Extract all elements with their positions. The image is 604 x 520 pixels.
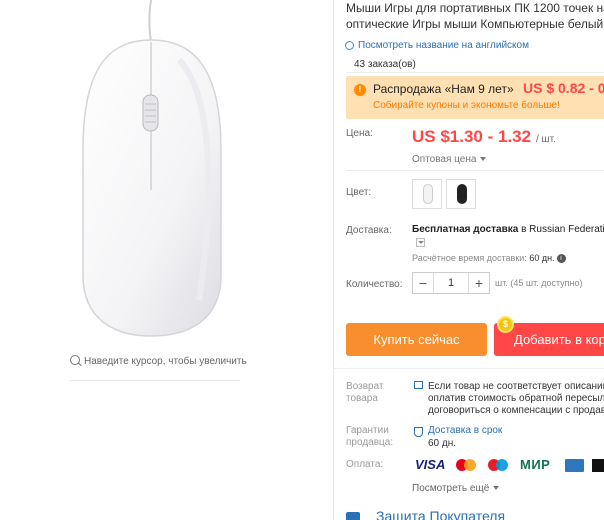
magnifier-icon [70,355,80,365]
coin-icon: $ [497,316,514,333]
returns-text: Если товар не соответствует описанию, опл… [428,381,604,416]
chevron-down-icon [480,157,487,161]
shield-icon [414,427,423,437]
globe-icon [345,41,354,50]
promo-price: US $ 0.82 - 0 [523,80,604,96]
info-icon[interactable]: i [556,254,566,264]
maestro-icon [486,458,512,472]
webmoney-icon [592,459,604,472]
quantity-label: Количество: [346,279,403,290]
promo-icon: ! [354,84,366,96]
quantity-increase-button[interactable]: + [468,273,489,293]
zoom-hint: Наведите курсор, чтобы увеличить [70,354,247,367]
amex-icon [565,459,584,472]
see-more-payments-link[interactable]: Посмотреть ещё [412,483,500,494]
buyer-protection-icon [346,512,360,520]
on-time-delivery-link[interactable]: Доставка в срок [428,425,502,436]
return-icon [414,381,423,389]
shipping-method[interactable]: Бесплатная доставка в Russian Federatio [412,224,604,235]
guarantee-label: Гарантии продавца: [346,425,394,448]
promo-banner[interactable]: ! Распродажа «Нам 9 лет» US $ 0.82 - 0 С… [346,76,604,119]
orders-count: 43 заказа(ов) [354,59,416,70]
color-swatch-black[interactable] [446,179,476,209]
divider [346,72,604,73]
delivery-estimate: Расчётное время доставки: 60 дн. i [412,253,566,264]
quantity-decrease-button[interactable]: − [413,273,434,293]
buyer-protection-title: Защита Покупателя [376,508,506,520]
translate-link[interactable]: Посмотреть название на английском [345,40,529,51]
payment-label: Оплата: [346,459,384,470]
price-value: US $1.30 - 1.32 [412,127,532,146]
divider [346,170,604,171]
visa-icon: VISA [415,457,446,472]
mouse-thumbnail [423,184,433,204]
product-image[interactable] [79,0,241,340]
promo-title: Распродажа «Нам 9 лет» [373,82,514,96]
price-label: Цена: [346,128,373,139]
returns-label: Возврат товара [346,381,384,404]
mouse-thumbnail [457,184,467,204]
image-gallery: Наведите курсор, чтобы увеличить [0,0,333,520]
buy-now-button[interactable]: Купить сейчас [346,323,487,356]
product-info: Мыши Игры для портативных ПК 1200 точек … [334,0,604,520]
product-title: Мыши Игры для портативных ПК 1200 точек … [346,1,604,31]
price-unit: / шт. [536,134,556,145]
shipping-dropdown[interactable] [416,238,425,247]
divider [70,380,240,381]
stock-available: шт. (45 шт. доступно) [495,278,583,288]
color-label: Цвет: [346,187,372,198]
guarantee-days: 60 дн. [428,438,457,449]
chevron-down-icon [493,486,500,490]
quantity-input[interactable]: 1 [434,273,468,293]
divider [334,368,604,369]
promo-subtitle: Собирайте купоны и экономьте больше! [373,100,560,111]
shipping-label: Доставка: [346,225,392,236]
quantity-stepper: − 1 + [412,272,490,294]
mastercard-icon [454,458,480,472]
mir-icon: МИР [520,457,551,472]
wholesale-price-toggle[interactable]: Оптовая цена [412,154,487,165]
color-swatch-white[interactable] [412,179,442,209]
